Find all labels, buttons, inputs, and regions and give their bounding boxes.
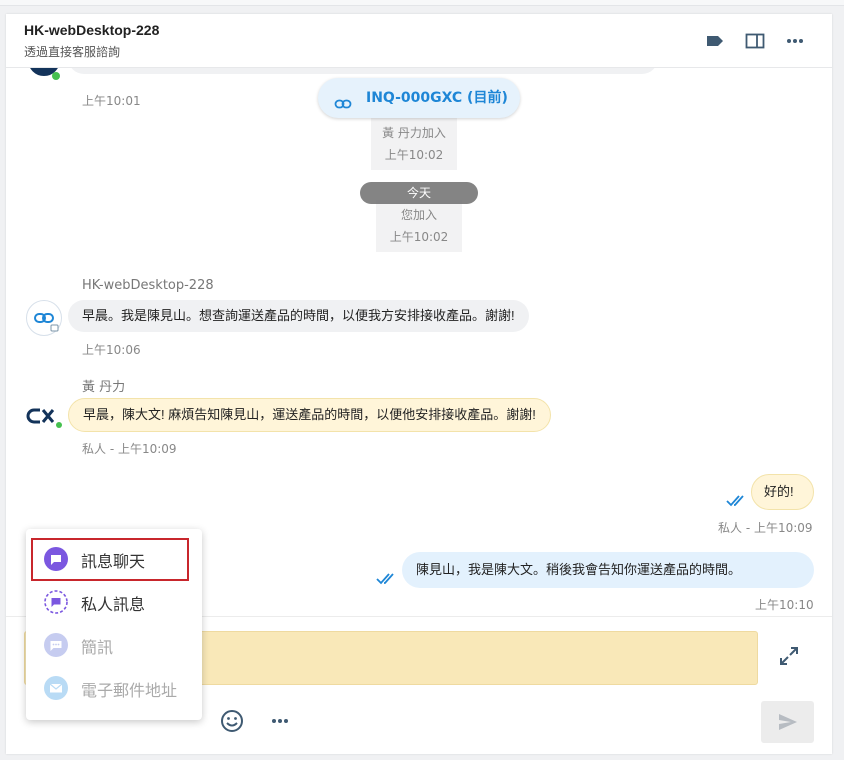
message-time: 私人 - 上午10:09 [82,442,177,456]
message-time: 上午10:10 [755,598,814,612]
message-bubble [68,68,658,74]
private-message-icon [44,590,68,614]
email-icon [44,676,68,700]
sms-icon [44,633,68,657]
message-sender: HK-webDesktop-228 [82,278,214,293]
message-time: 私人 - 上午10:09 [718,521,813,535]
system-event-text: 黃 丹力加入 [382,126,446,140]
more-horizontal-icon[interactable] [268,709,292,733]
message-bubble: 早晨。我是陳見山。想查詢運送產品的時間，以便我方安排接收產品。謝謝! [68,300,529,332]
send-button[interactable] [761,701,814,743]
link-icon [26,300,62,336]
link-icon [334,89,352,109]
channel-option-label: 簡訊 [81,638,114,657]
system-event: 您加入 上午10:02 [376,200,462,252]
message-bubble-private: 好的! [751,474,814,510]
channel-option-email: 電子郵件地址 [26,667,202,710]
channel-option-private[interactable]: 私人訊息 [26,581,202,624]
inquiry-pill[interactable]: INQ-000GXC (目前) [318,78,520,118]
cx-logo [24,398,62,434]
system-event: 黃 丹力加入 上午10:02 [371,118,457,170]
message-time: 上午10:01 [82,94,141,108]
read-receipt-icon [726,493,748,509]
split-view-icon[interactable] [744,30,766,52]
channel-option-label: 電子郵件地址 [81,681,178,700]
channel-option-label: 訊息聊天 [81,552,146,571]
send-icon [777,712,799,732]
channel-option-sms: 簡訊 [26,624,202,667]
system-event-time: 上午10:02 [389,230,449,244]
message-bubble: 陳見山，我是陳大文。稍後我會告知你運送產品的時間。 [402,552,814,588]
online-dot [52,72,60,80]
more-horizontal-icon[interactable] [784,30,806,52]
conversation-subtitle: 透過直接客服諮詢 [24,45,121,59]
system-event-text: 您加入 [400,208,437,222]
read-receipt-icon [376,571,398,587]
expand-icon[interactable] [778,645,800,667]
app-background: HK-webDesktop-228 透過直接客服諮詢 上午10:01 黃 丹力加… [0,0,844,760]
conversation-title: HK-webDesktop-228 [24,22,160,38]
system-event-time: 上午10:02 [384,148,444,162]
chat-icon [44,547,68,571]
date-divider: 今天 [360,182,478,204]
emoji-icon[interactable] [220,709,244,733]
message-sender: 黃 丹力 [82,380,126,395]
channel-option-chat[interactable]: 訊息聊天 [26,538,202,581]
inquiry-pill-label: INQ-000GXC (目前) [366,90,508,106]
channel-menu: 訊息聊天 私人訊息 簡訊 電子郵件地址 [26,529,202,720]
message-bubble-private: 早晨，陳大文! 麻煩告知陳見山，運送產品的時間，以便他安排接收產品。謝謝! [68,398,551,432]
conversation-header: HK-webDesktop-228 透過直接客服諮詢 [6,14,832,68]
channel-option-label: 私人訊息 [81,595,146,614]
tag-icon[interactable] [704,30,726,52]
message-time: 上午10:06 [82,343,141,357]
top-strip [0,0,844,6]
